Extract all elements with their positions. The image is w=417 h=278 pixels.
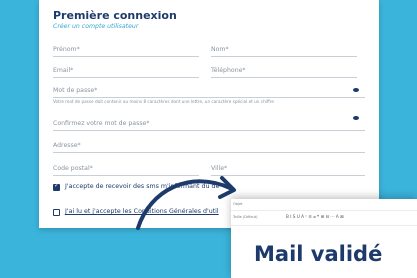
font-size-select[interactable]: Taille (Défaut) xyxy=(233,215,257,219)
email-field[interactable]: Email* xyxy=(53,64,199,78)
telephone-field[interactable]: Téléphone* xyxy=(211,64,357,78)
cgu-checkbox[interactable] xyxy=(53,209,60,216)
form-subtitle: Créer un compte utilisateur xyxy=(53,23,139,30)
nom-placeholder: Nom* xyxy=(211,46,229,53)
password-field[interactable]: Mot de passe* xyxy=(53,84,365,98)
email-editor-panel: Objet Taille (Défaut) B I S U A ⁿ ≡ ⌀ ❝ … xyxy=(231,199,417,278)
eye-icon[interactable] xyxy=(353,116,359,120)
subject-label: Objet xyxy=(233,202,243,206)
editor-toolbar: Objet Taille (Défaut) B I S U A ⁿ ≡ ⌀ ❝ … xyxy=(231,202,417,226)
password-placeholder: Mot de passe* xyxy=(53,87,98,94)
password-hint: Votre mot de passe doit contenir au moin… xyxy=(53,99,274,104)
adresse-placeholder: Adresse* xyxy=(53,142,81,149)
form-title: Première connexion xyxy=(53,9,177,22)
confirm-password-placeholder: Confirmez votre mot de passe* xyxy=(53,120,150,127)
mail-validated-headline: Mail validé xyxy=(254,242,383,266)
telephone-placeholder: Téléphone* xyxy=(211,67,246,74)
prenom-field[interactable]: Prénom* xyxy=(53,43,199,57)
nom-field[interactable]: Nom* xyxy=(211,43,357,57)
prenom-placeholder: Prénom* xyxy=(53,46,80,53)
confirm-password-field[interactable]: Confirmez votre mot de passe* xyxy=(53,117,365,131)
curved-arrow-icon xyxy=(136,176,236,230)
formatting-icons[interactable]: B I S U A ⁿ ≡ ⌀ ❝ ⊞ ⊟ ⋯ A ⊠ xyxy=(286,214,344,219)
code-postal-placeholder: Code postal* xyxy=(53,165,93,172)
email-placeholder: Email* xyxy=(53,67,74,74)
sms-consent-checkbox[interactable] xyxy=(53,182,60,191)
eye-icon[interactable] xyxy=(353,88,359,92)
